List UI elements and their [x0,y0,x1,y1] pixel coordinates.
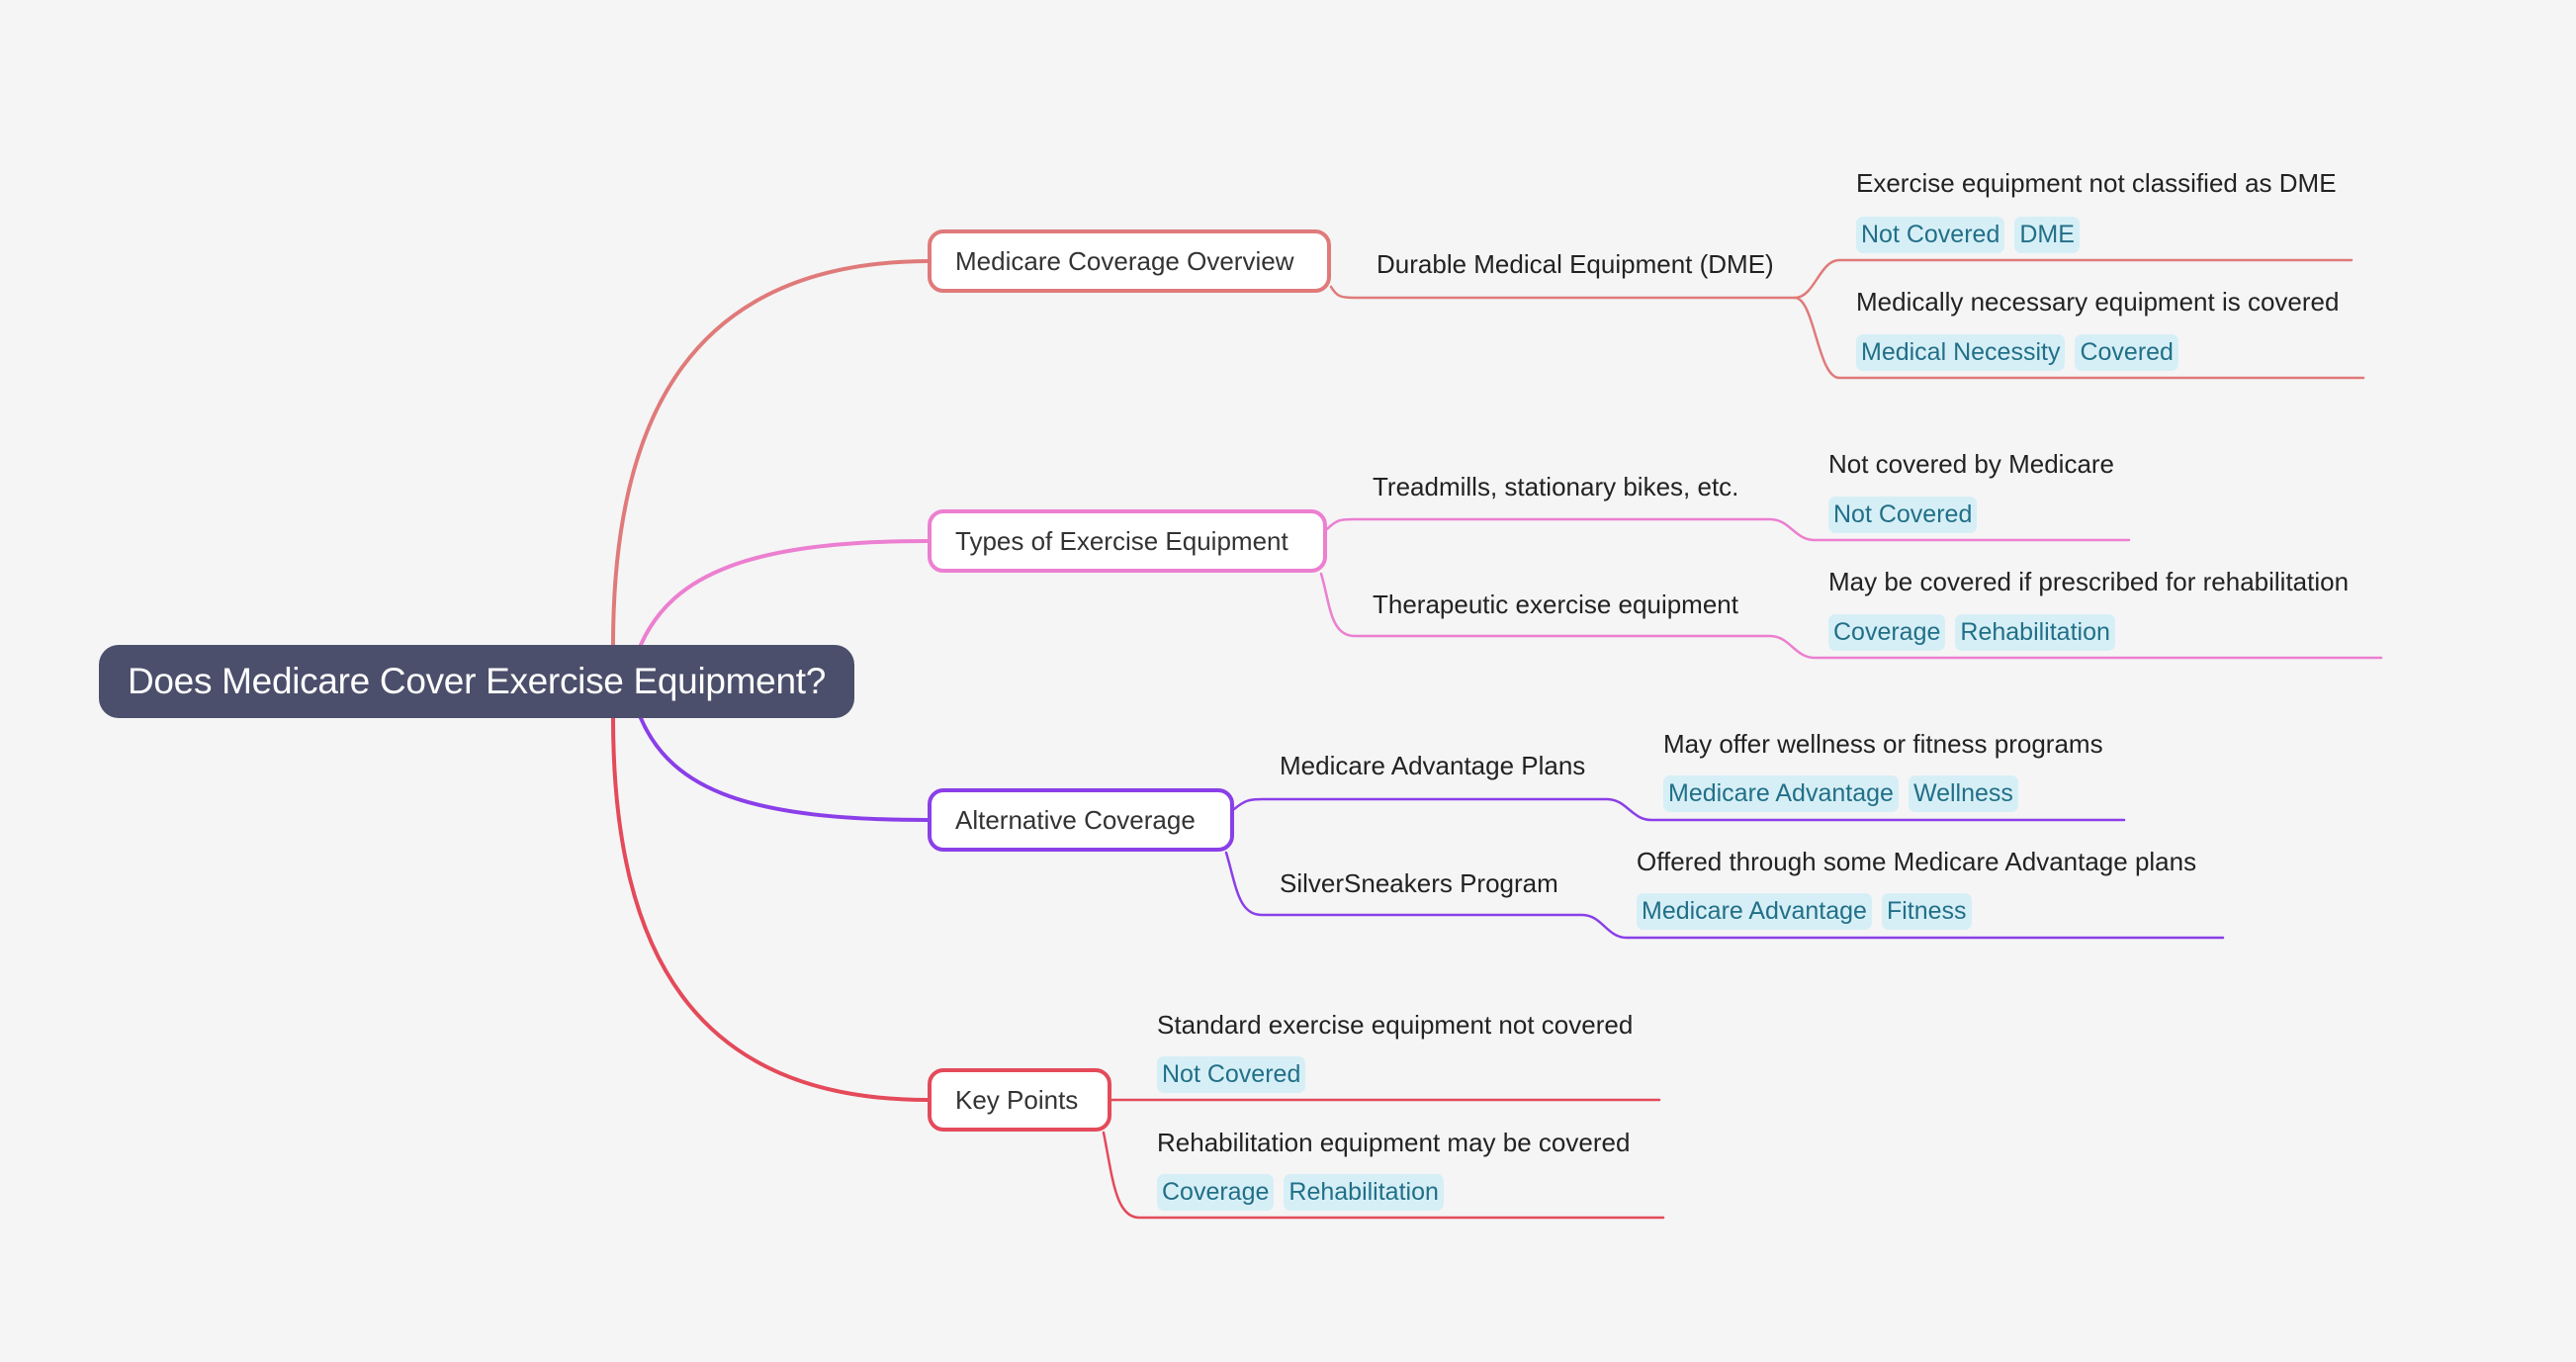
tag-group: Not Covered DME [1856,217,2080,253]
leaf-medically-necessary[interactable]: Medically necessary equipment is covered [1856,287,2339,318]
topic-types-of-exercise-equipment[interactable]: Types of Exercise Equipment [928,509,1327,573]
tag-group: Coverage Rehabilitation [1828,614,2115,651]
topic-medicare-coverage-overview[interactable]: Medicare Coverage Overview [928,229,1331,293]
tag-group: Coverage Rehabilitation [1157,1174,1444,1211]
connector-types-treadmills [1325,517,2131,542]
topic-label: Types of Exercise Equipment [955,525,1288,556]
tag-coverage[interactable]: Coverage [1828,614,1946,651]
subtopic-medicare-advantage[interactable]: Medicare Advantage Plans [1280,751,1585,781]
topic-alternative-coverage[interactable]: Alternative Coverage [928,788,1234,852]
tag-covered[interactable]: Covered [2075,334,2178,371]
connector-root-types [639,539,930,647]
topic-key-points[interactable]: Key Points [928,1068,1111,1132]
tag-medicare-advantage[interactable]: Medicare Advantage [1663,775,1899,812]
tag-wellness[interactable]: Wellness [1908,775,2018,812]
connector-root-alternative [639,716,930,822]
tag-group: Medicare Advantage Wellness [1663,775,2018,812]
tag-not-covered[interactable]: Not Covered [1856,217,2005,253]
leaf-offered-through-ma[interactable]: Offered through some Medicare Advantage … [1637,847,2196,877]
subtopic-therapeutic[interactable]: Therapeutic exercise equipment [1373,590,1738,620]
leaf-standard-not-covered[interactable]: Standard exercise equipment not covered [1157,1010,1633,1041]
tag-coverage[interactable]: Coverage [1157,1174,1275,1211]
subtopic-silversneakers[interactable]: SilverSneakers Program [1280,868,1558,899]
topic-label: Key Points [955,1084,1079,1115]
leaf-not-covered-by-medicare[interactable]: Not covered by Medicare [1828,449,2114,480]
root-topic-label: Does Medicare Cover Exercise Equipment? [127,661,826,701]
connector-overview-dme [1329,285,1797,300]
leaf-rehab-may-be-covered[interactable]: Rehabilitation equipment may be covered [1157,1128,1630,1158]
tag-group: Not Covered [1157,1056,1306,1093]
tag-medicare-advantage[interactable]: Medicare Advantage [1637,893,1872,930]
tag-group: Medicare Advantage Fitness [1637,893,1972,930]
tag-dme[interactable]: DME [2014,217,2080,253]
subtopic-dme[interactable]: Durable Medical Equipment (DME) [1377,249,1774,280]
tag-rehabilitation[interactable]: Rehabilitation [1284,1174,1444,1211]
connector-root-overview [611,259,930,647]
tag-group: Medical Necessity Covered [1856,334,2178,371]
subtopic-treadmills[interactable]: Treadmills, stationary bikes, etc. [1373,472,1738,502]
tag-fitness[interactable]: Fitness [1881,893,1972,930]
tag-rehabilitation[interactable]: Rehabilitation [1955,614,2115,651]
tag-not-covered[interactable]: Not Covered [1157,1056,1306,1093]
leaf-wellness-programs[interactable]: May offer wellness or fitness programs [1663,729,2103,760]
leaf-may-be-covered-rehab[interactable]: May be covered if prescribed for rehabil… [1828,567,2349,597]
root-topic[interactable]: Does Medicare Cover Exercise Equipment? [99,645,854,718]
topic-label: Medicare Coverage Overview [955,245,1294,276]
tag-group: Not Covered [1828,497,1978,533]
tag-not-covered[interactable]: Not Covered [1828,497,1978,533]
leaf-dme-not-classified[interactable]: Exercise equipment not classified as DME [1856,168,2337,199]
tag-medical-necessity[interactable]: Medical Necessity [1856,334,2066,371]
topic-label: Alternative Coverage [955,804,1196,835]
connector-root-keypoints [611,716,930,1102]
